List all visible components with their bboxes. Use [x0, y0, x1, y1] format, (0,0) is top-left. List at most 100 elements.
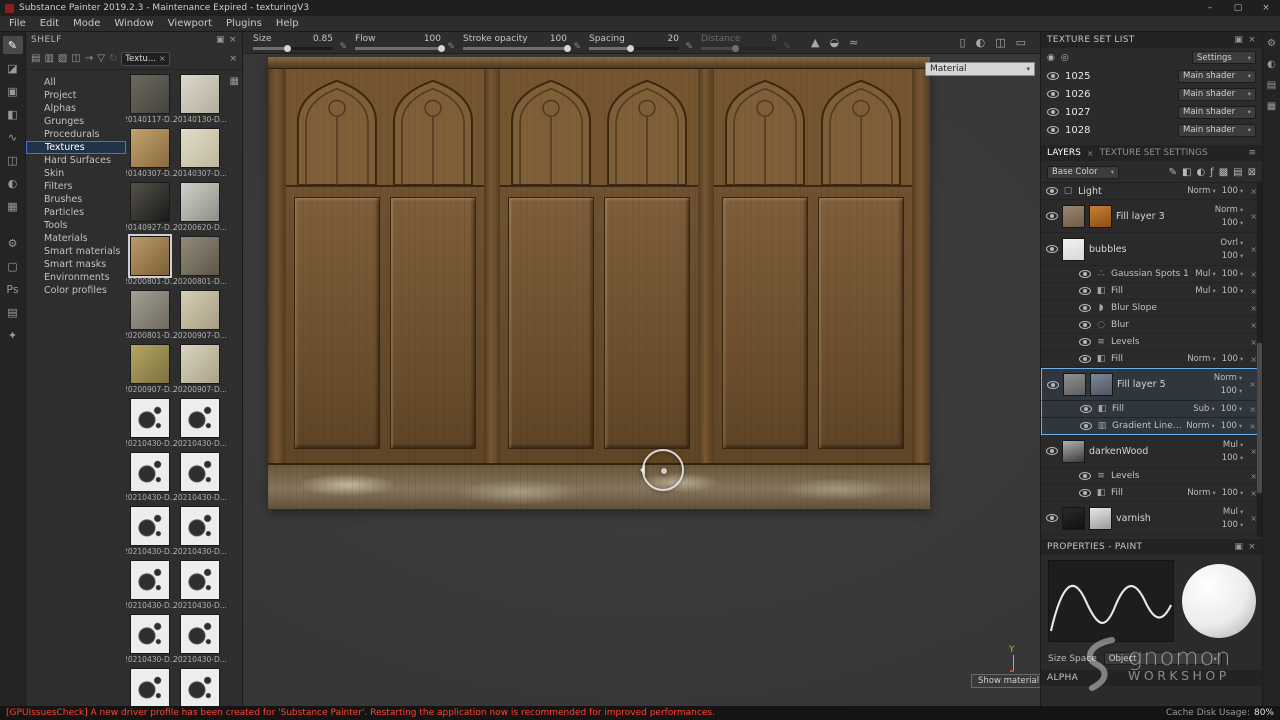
visibility-icon[interactable]	[1079, 489, 1091, 497]
visibility-icon[interactable]	[1080, 405, 1092, 413]
menu-item[interactable]: Help	[269, 18, 306, 29]
layer-row[interactable]: ◧ Fill Sub 100 ×	[1041, 401, 1262, 418]
shelf-resource[interactable]: 20210430-D...	[128, 668, 172, 706]
remove-icon[interactable]: ×	[1250, 287, 1257, 296]
layer-row[interactable]: darkenWood Mul 100 ×	[1041, 435, 1262, 468]
close-icon[interactable]: ×	[229, 54, 237, 64]
menu-item[interactable]: Viewport	[161, 18, 219, 29]
menu-item[interactable]: Edit	[33, 18, 66, 29]
resource-thumbnail[interactable]	[130, 128, 170, 168]
close-icon[interactable]: ×	[1087, 149, 1094, 158]
opacity-dropdown[interactable]: 100	[1222, 218, 1244, 228]
remove-icon[interactable]: ×	[1250, 187, 1257, 196]
shelf-resource[interactable]: 20210430-D...	[178, 452, 222, 504]
shader-dropdown[interactable]: Main shader	[1178, 106, 1256, 119]
shelf-resource[interactable]: 20200907-D...	[128, 344, 172, 396]
texture-set-row[interactable]: 1027 Main shader	[1041, 103, 1262, 121]
undock-icon[interactable]: ▣	[216, 35, 225, 45]
undock-icon[interactable]: ▣	[1234, 35, 1243, 45]
resource-thumbnail[interactable]	[180, 344, 220, 384]
add-folder-icon[interactable]: ▤	[1233, 167, 1242, 178]
resource-thumbnail[interactable]	[130, 344, 170, 384]
settings-dropdown[interactable]: Settings	[1192, 51, 1256, 64]
add-mask-icon[interactable]: ▩	[1219, 167, 1228, 178]
stylus-pressure-icon[interactable]: ✎	[447, 42, 455, 52]
visibility-icon[interactable]	[1047, 381, 1059, 389]
visibility-icon[interactable]	[1079, 304, 1091, 312]
lazy-mouse-icon[interactable]: ≈	[849, 36, 858, 49]
add-paint-layer-icon[interactable]: ✎	[1169, 167, 1177, 178]
resource-thumbnail[interactable]	[130, 290, 170, 330]
wood-paneling-model[interactable]	[268, 57, 930, 509]
visibility-icon[interactable]	[1046, 447, 1058, 455]
shader-dropdown[interactable]: Main shader	[1178, 88, 1256, 101]
display-settings-icon[interactable]: ◐	[1267, 59, 1276, 70]
blend-mode-dropdown[interactable]: Mul	[1223, 440, 1243, 450]
opacity-dropdown[interactable]: 100	[1221, 404, 1243, 414]
remove-icon[interactable]: ×	[1250, 304, 1257, 313]
shelf-resource[interactable]: 20200907-D...	[178, 344, 222, 396]
resource-thumbnail[interactable]	[130, 452, 170, 492]
visibility-icon[interactable]	[1079, 287, 1091, 295]
remove-icon[interactable]: ×	[1249, 405, 1256, 414]
remove-icon[interactable]: ×	[1250, 212, 1257, 221]
resource-thumbnail[interactable]	[130, 74, 170, 114]
opacity-dropdown[interactable]: 100	[1221, 421, 1243, 431]
add-fill-layer-icon[interactable]: ◧	[1182, 167, 1191, 178]
menu-icon[interactable]: ≡	[1248, 148, 1256, 158]
stylus-pressure-icon[interactable]: ✎	[339, 42, 347, 52]
shelf-resource[interactable]: 20140307-D...	[128, 128, 172, 180]
resource-thumbnail[interactable]	[130, 506, 170, 546]
blend-mode-dropdown[interactable]: Mul	[1195, 286, 1215, 296]
remove-icon[interactable]: ×	[1250, 489, 1257, 498]
visibility-icon[interactable]	[1079, 338, 1091, 346]
maximize-button[interactable]: ▢	[1224, 0, 1252, 16]
resource-thumbnail[interactable]	[130, 614, 170, 654]
resource-thumbnail[interactable]	[180, 452, 220, 492]
import-resources-icon[interactable]: →	[85, 53, 93, 64]
shelf-resource[interactable]: 20210430-D...	[128, 398, 172, 450]
shelf-resource[interactable]: 20200907-D...	[178, 290, 222, 342]
layer-row[interactable]: ◗ Blur Slope ×	[1041, 300, 1262, 317]
visibility-icon[interactable]	[1046, 187, 1058, 195]
brush-param[interactable]: Distance 8 ✎	[701, 35, 777, 50]
texture-set-row[interactable]: 1025 Main shader	[1041, 67, 1262, 85]
blend-mode-dropdown[interactable]: Norm	[1187, 354, 1216, 364]
remove-icon[interactable]: ×	[1250, 321, 1257, 330]
layer-row[interactable]: bubbles Ovrl 100 ×	[1041, 233, 1262, 266]
eraser-tool-icon[interactable]: ◪	[3, 59, 23, 77]
visibility-icon[interactable]	[1080, 422, 1092, 430]
brush-param[interactable]: Spacing 20 ✎	[589, 35, 679, 50]
tab-layers[interactable]: LAYERS	[1047, 148, 1081, 158]
layer-mask-thumbnail[interactable]	[1089, 507, 1112, 530]
visibility-icon[interactable]	[1047, 72, 1059, 80]
resource-thumbnail[interactable]	[130, 668, 170, 706]
undock-icon[interactable]: ▣	[1234, 542, 1243, 552]
resource-thumbnail[interactable]	[180, 128, 220, 168]
texture-set-row[interactable]: 1026 Main shader	[1041, 85, 1262, 103]
grid-view-icon[interactable]: ▦	[230, 76, 239, 87]
layer-row[interactable]: ≡ Levels ×	[1041, 334, 1262, 351]
stencil-view-icon[interactable]: ▯	[960, 36, 966, 49]
alignment-icon[interactable]: ▲	[811, 36, 819, 49]
split-view-icon[interactable]: ◫	[995, 36, 1005, 49]
refresh-icon[interactable]: ↻	[109, 53, 117, 64]
shelf-panel-icon[interactable]: ▤	[1267, 80, 1276, 91]
shelf-category[interactable]: Hard Surfaces	[26, 154, 126, 167]
shelf-category[interactable]: Project	[26, 89, 126, 102]
remove-icon[interactable]: ×	[1250, 270, 1257, 279]
shelf-resource[interactable]: 20210430-D...	[178, 398, 222, 450]
resource-thumbnail[interactable]	[180, 506, 220, 546]
hide-resources-icon[interactable]: ◫	[71, 53, 80, 64]
shelf-resource[interactable]: 20210430-D...	[128, 506, 172, 558]
polygon-fill-tool-icon[interactable]: ◧	[3, 105, 23, 123]
shelf-category[interactable]: Particles	[26, 206, 126, 219]
visibility-icon[interactable]	[1079, 270, 1091, 278]
resource-thumbnail[interactable]	[130, 182, 170, 222]
shelf-category[interactable]: Skin	[26, 167, 126, 180]
layer-row[interactable]: ◧ Fill Norm 100 ×	[1041, 351, 1262, 368]
shelf-category[interactable]: Textures	[26, 141, 126, 154]
param-slider[interactable]	[463, 47, 567, 50]
brush-tool-icon[interactable]: ✎	[3, 36, 23, 54]
layer-row[interactable]: ◌ Blur ×	[1041, 317, 1262, 334]
